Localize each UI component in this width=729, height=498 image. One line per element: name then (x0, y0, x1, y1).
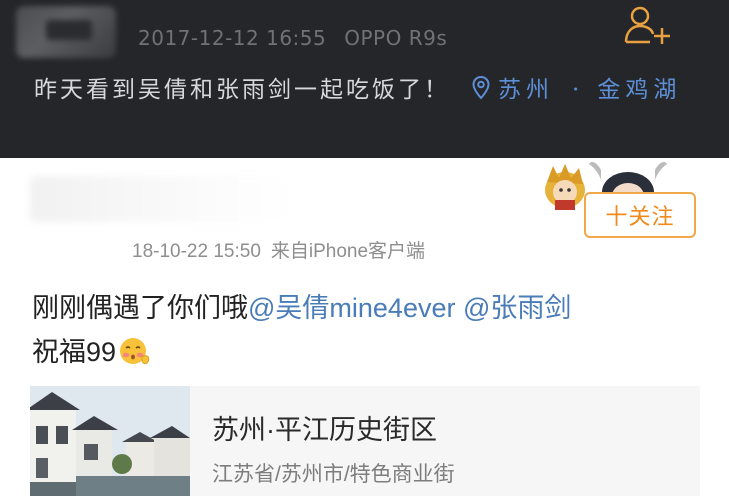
post-body: 昨天看到吴倩和张雨剑一起吃饭了！ (34, 77, 450, 103)
post-body-suffix: 祝福99 (32, 337, 117, 367)
location-pin-icon (472, 73, 490, 113)
mention-link[interactable]: @吴倩mine4ever (248, 293, 455, 323)
post-dark: 2017-12-12 16:55 OPPO R9s 昨天看到吴倩和张雨剑一起吃饭了… (0, 0, 729, 158)
location-thumbnail (30, 386, 190, 496)
location-city: 苏州 (498, 77, 554, 103)
post-timestamp: 2017-12-12 16:55 (138, 26, 327, 50)
follow-button[interactable]: 十关注 (584, 192, 696, 238)
post-text: 刚刚偶遇了你们哦@吴倩mine4ever @张雨剑 祝福99 (32, 286, 712, 380)
blushing-face-icon (118, 335, 152, 380)
post-source[interactable]: 来自iPhone客户端 (271, 241, 425, 262)
post-text: 昨天看到吴倩和张雨剑一起吃饭了！ 苏州 · 金鸡湖 (34, 70, 704, 113)
location-title: 苏州·平江历史街区 (212, 415, 437, 445)
location-separator: · (572, 77, 580, 103)
location-card[interactable]: 苏州·平江历史街区 江苏省/苏州市/特色商业街 (30, 386, 700, 496)
post-light: 十关注 18-10-22 15:50 来自iPhone客户端 刚刚偶遇了你们哦@吴… (0, 158, 729, 498)
mention-link[interactable]: @张雨剑 (463, 293, 571, 323)
post-meta: 2017-12-12 16:55 OPPO R9s (138, 26, 447, 50)
location-subtitle: 江苏省/苏州市/特色商业街 (212, 463, 455, 486)
username-blurred[interactable] (30, 176, 290, 222)
post-body-prefix: 刚刚偶遇了你们哦 (32, 293, 248, 323)
add-user-icon[interactable] (622, 4, 674, 48)
location-place: 金鸡湖 (597, 77, 682, 103)
post-device: OPPO R9s (344, 26, 448, 50)
post-timestamp: 18-10-22 15:50 (132, 241, 261, 262)
post-meta: 18-10-22 15:50 来自iPhone客户端 (132, 236, 425, 263)
avatar-blurred[interactable] (16, 6, 116, 58)
location-link[interactable]: 苏州 · 金鸡湖 (450, 75, 682, 103)
